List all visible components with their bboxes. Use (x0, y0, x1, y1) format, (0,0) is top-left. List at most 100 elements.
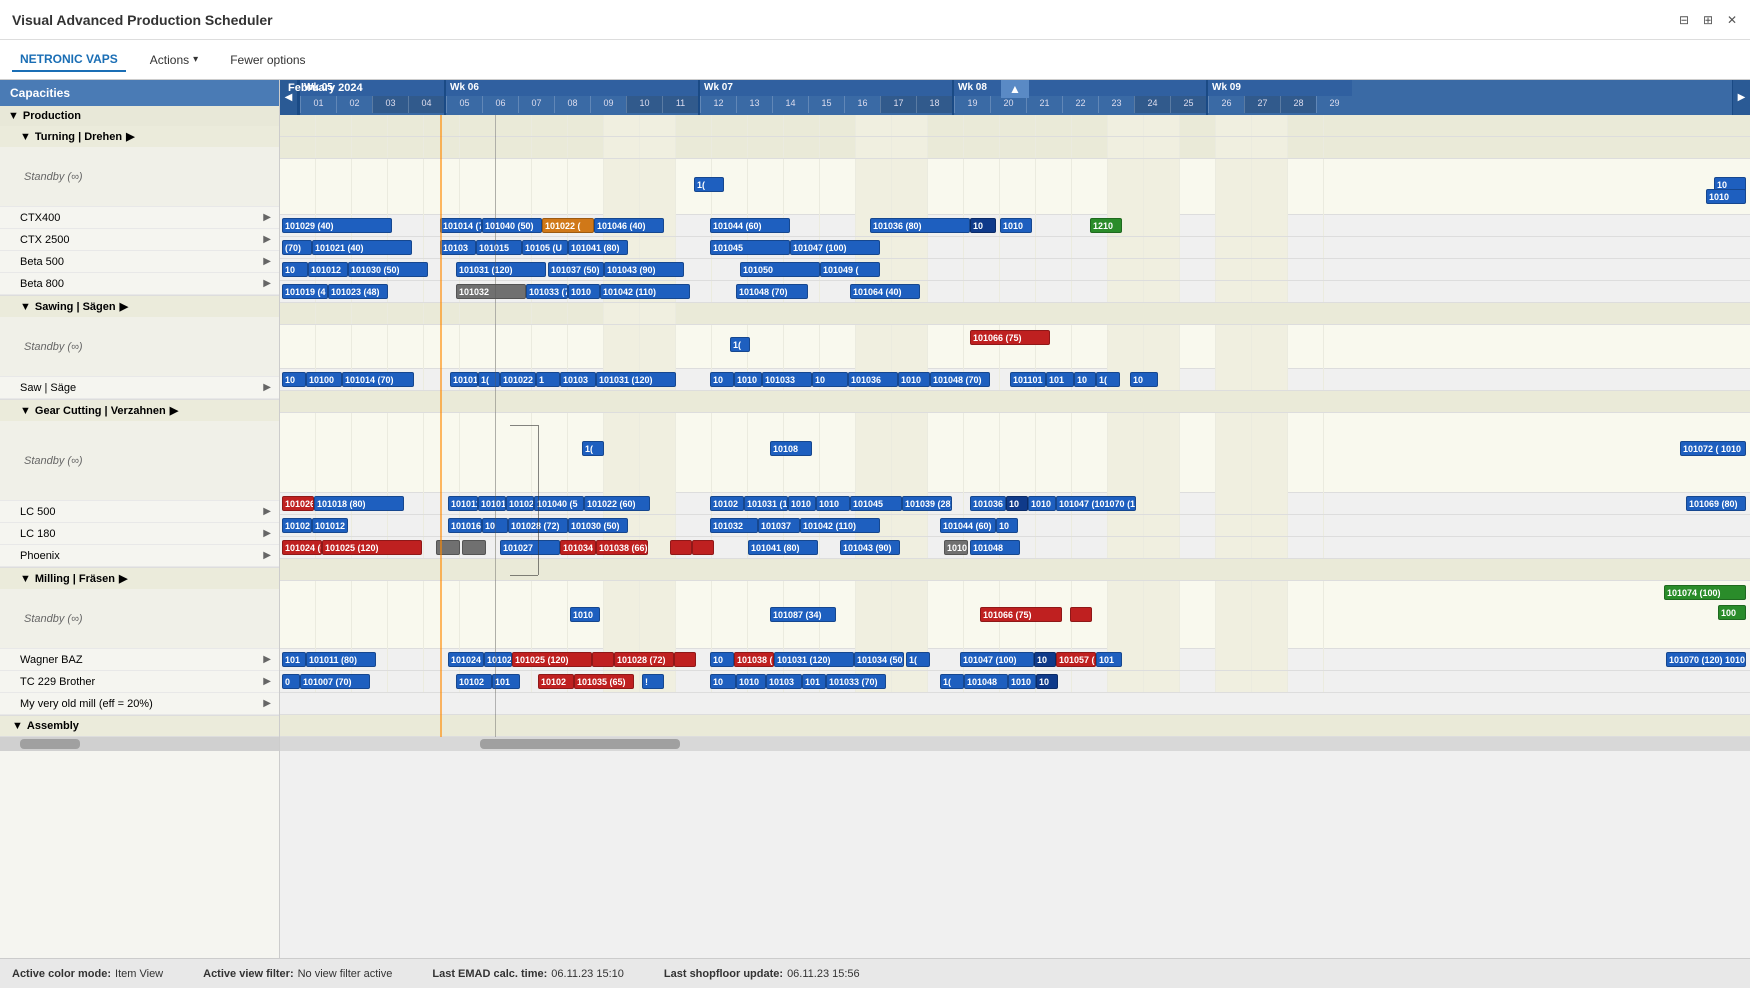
maximize-button[interactable]: ⊞ (1698, 10, 1718, 30)
lc500-task-101036l[interactable]: 101036 (970, 496, 1006, 511)
beta500-task-101030[interactable]: 101030 (50) (348, 262, 428, 277)
ctx400-task-101014[interactable]: 101014 (7 (440, 218, 482, 233)
turning-group-header[interactable]: ▼ Turning | Drehen ▶ (0, 126, 279, 147)
ctx400-item[interactable]: CTX400 ▶ (0, 207, 279, 229)
wagnerbaz-task-r2[interactable] (674, 652, 696, 667)
wagnerbaz-task-101070[interactable]: 101070 (120) 101069 (1666, 652, 1746, 667)
lc180-task-10lca[interactable]: 10 (996, 518, 1018, 533)
production-group-header[interactable]: ▼ Production (0, 106, 279, 126)
wagnerbaz-task-101028[interactable]: 101028 (72) (614, 652, 674, 667)
scroll-right-button[interactable]: ▶ (1732, 80, 1750, 115)
phoenix-task-101041[interactable]: 101041 (80) (748, 540, 818, 555)
wagnerbaz-task-10wb3[interactable]: 101 (1096, 652, 1122, 667)
beta500-task-101050[interactable]: 101050 (740, 262, 820, 277)
lc180-task-101044lc[interactable]: 101044 (60) (940, 518, 996, 533)
wagnerbaz-task-101047wb[interactable]: 101047 (100) (960, 652, 1034, 667)
tc229-task-10tc[interactable]: 10 (710, 674, 736, 689)
wagnerbaz-task-101057[interactable]: 101057 (5( (1056, 652, 1096, 667)
lc500-task-10102l[interactable]: 10102 (506, 496, 534, 511)
tc229-task-101007[interactable]: 101007 (70) (300, 674, 370, 689)
wagnerbaz-task-10102[interactable]: 10102 (484, 652, 512, 667)
wagnerbaz-task-10wb2[interactable]: 1( (906, 652, 930, 667)
tc229-task-101035[interactable]: 101035 (65) (574, 674, 634, 689)
ctx2500-task-101015[interactable]: 101015 (476, 240, 522, 255)
lc180-task-101016[interactable]: 101016 (7 (448, 518, 482, 533)
phoenix-task-grph2[interactable] (462, 540, 486, 555)
saw-task-10sb[interactable]: 101 (1046, 372, 1074, 387)
lc500-task-10102x[interactable]: 10102 (710, 496, 744, 511)
saw-task-10sb3[interactable]: 1( (1096, 372, 1120, 387)
beta800-task-101048[interactable]: 101048 (70) (736, 284, 808, 299)
lc500-item[interactable]: LC 500 ▶ (0, 501, 279, 523)
lc180-task-10102lc[interactable]: 10102 (282, 518, 312, 533)
gearcutting-group-header[interactable]: ▼ Gear Cutting | Verzahnen ▶ (0, 400, 279, 421)
sawing-standby-task2[interactable]: 101066 (75) (970, 330, 1050, 345)
beta800-task-101019[interactable]: 101019 (4 (282, 284, 328, 299)
lc500-task-10l[interactable]: 10 (1006, 496, 1028, 511)
tc229-task-10dbtc[interactable]: 10 (1036, 674, 1058, 689)
wagnerbaz-task-101011[interactable]: 101011 (80) (306, 652, 376, 667)
beta500-task-101031[interactable]: 101031 (120) (456, 262, 546, 277)
lc180-task-101012lc[interactable]: 101012 (40) (312, 518, 348, 533)
ctx400-task-10x[interactable]: 10 (970, 218, 996, 233)
tc229-task-10103tc[interactable]: 10103 (766, 674, 802, 689)
close-button[interactable]: ✕ (1722, 10, 1742, 30)
actions-menu[interactable]: Actions ▾ (142, 49, 206, 71)
milling-standby-task6[interactable]: 100 (1718, 605, 1746, 620)
milling-standby-task1[interactable]: 1010 (570, 607, 600, 622)
saw-task-101031[interactable]: 101031 (120) (596, 372, 676, 387)
gearcut-standby-task3[interactable]: 101072 ( 1010 (1680, 441, 1746, 456)
tc229-task-excl[interactable]: ! (642, 674, 664, 689)
phoenix-item[interactable]: Phoenix ▶ (0, 545, 279, 567)
lc180-task-10lc[interactable]: 10 (482, 518, 508, 533)
ctx400-task-101044[interactable]: 101044 (60) (710, 218, 790, 233)
lc180-task-101042lc[interactable]: 101042 (110) (800, 518, 880, 533)
ctx400-task-101029[interactable]: 101029 (40) (282, 218, 392, 233)
beta800-task-101064[interactable]: 101064 (40) (850, 284, 920, 299)
lc500-task-1010l[interactable]: 1010 (788, 496, 816, 511)
saw-task-101036s[interactable]: 101036 (848, 372, 898, 387)
lc500-task-101031l[interactable]: 101031 (1 (744, 496, 788, 511)
wagnerbaz-task-10db[interactable]: 10 (1034, 652, 1056, 667)
lc180-task-101032lc[interactable]: 101032 (710, 518, 758, 533)
ctx400-task-101040[interactable]: 101040 (50) (482, 218, 542, 233)
lc500-task-101069[interactable]: 101069 (80) (1686, 496, 1746, 511)
tc229-task-101tc2[interactable]: 101 (802, 674, 826, 689)
tc229-task-101048tc[interactable]: 101048 (964, 674, 1008, 689)
wagnerbaz-task-101[interactable]: 101 (282, 652, 306, 667)
phoenix-task-101048p[interactable]: 101048 (970, 540, 1020, 555)
beta500-task-10[interactable]: 10 (282, 262, 308, 277)
wagnerbaz-task-101024[interactable]: 101024 (448, 652, 484, 667)
phoenix-task-101024[interactable]: 101024 (6( (282, 540, 322, 555)
wagnerbaz-task-101038wb[interactable]: 101038 ( (734, 652, 774, 667)
beta800-task-101033[interactable]: 101033 (7 (526, 284, 568, 299)
phoenix-task-101025[interactable]: 101025 (120) (322, 540, 422, 555)
sidebar-scroll-thumb[interactable] (20, 739, 80, 749)
tc229-task-1010tc2[interactable]: 1010 (1008, 674, 1036, 689)
lc180-task-101028[interactable]: 101028 (72) (508, 518, 568, 533)
lc500-task-101018[interactable]: 101018 (80) (314, 496, 404, 511)
wagnerbaz-task-r1[interactable] (592, 652, 614, 667)
beta800-task-101042[interactable]: 101042 (110) (600, 284, 690, 299)
milling-standby-task2[interactable]: 101087 (34) (770, 607, 836, 622)
lc500-task-101039l[interactable]: 101039 (28) (902, 496, 952, 511)
phoenix-task-101043p[interactable]: 101043 (90) (840, 540, 900, 555)
phoenix-task-rph[interactable] (670, 540, 692, 555)
standby-task-1[interactable]: 1( (694, 177, 724, 192)
lc500-task-101011l[interactable]: 101011 (448, 496, 478, 511)
tc229-task-10102r[interactable]: 10102 (538, 674, 574, 689)
minimize-button[interactable]: ⊟ (1674, 10, 1694, 30)
lc500-task-101026[interactable]: 101026 (282, 496, 314, 511)
saw-task-101014[interactable]: 101014 (70) (342, 372, 414, 387)
milling-group-header[interactable]: ▼ Milling | Fräsen ▶ (0, 568, 279, 589)
assembly-group-header[interactable]: ▼ Assembly (0, 716, 279, 736)
gearcut-standby-task2[interactable]: 10108 (770, 441, 812, 456)
lc500-task-101040l[interactable]: 101040 (5 (534, 496, 584, 511)
beta500-task-101049[interactable]: 101049 ( (820, 262, 880, 277)
saw-task-101033s[interactable]: 101033 (762, 372, 812, 387)
h-scroll-thumb[interactable] (480, 739, 680, 749)
saw-sage-item[interactable]: Saw | Säge ▶ (0, 377, 279, 399)
beta800-task-1010x[interactable]: 1010 (568, 284, 600, 299)
ctx2500-task-101021[interactable]: 101021 (40) (312, 240, 412, 255)
ctx400-task-101046[interactable]: 101046 (40) (594, 218, 664, 233)
